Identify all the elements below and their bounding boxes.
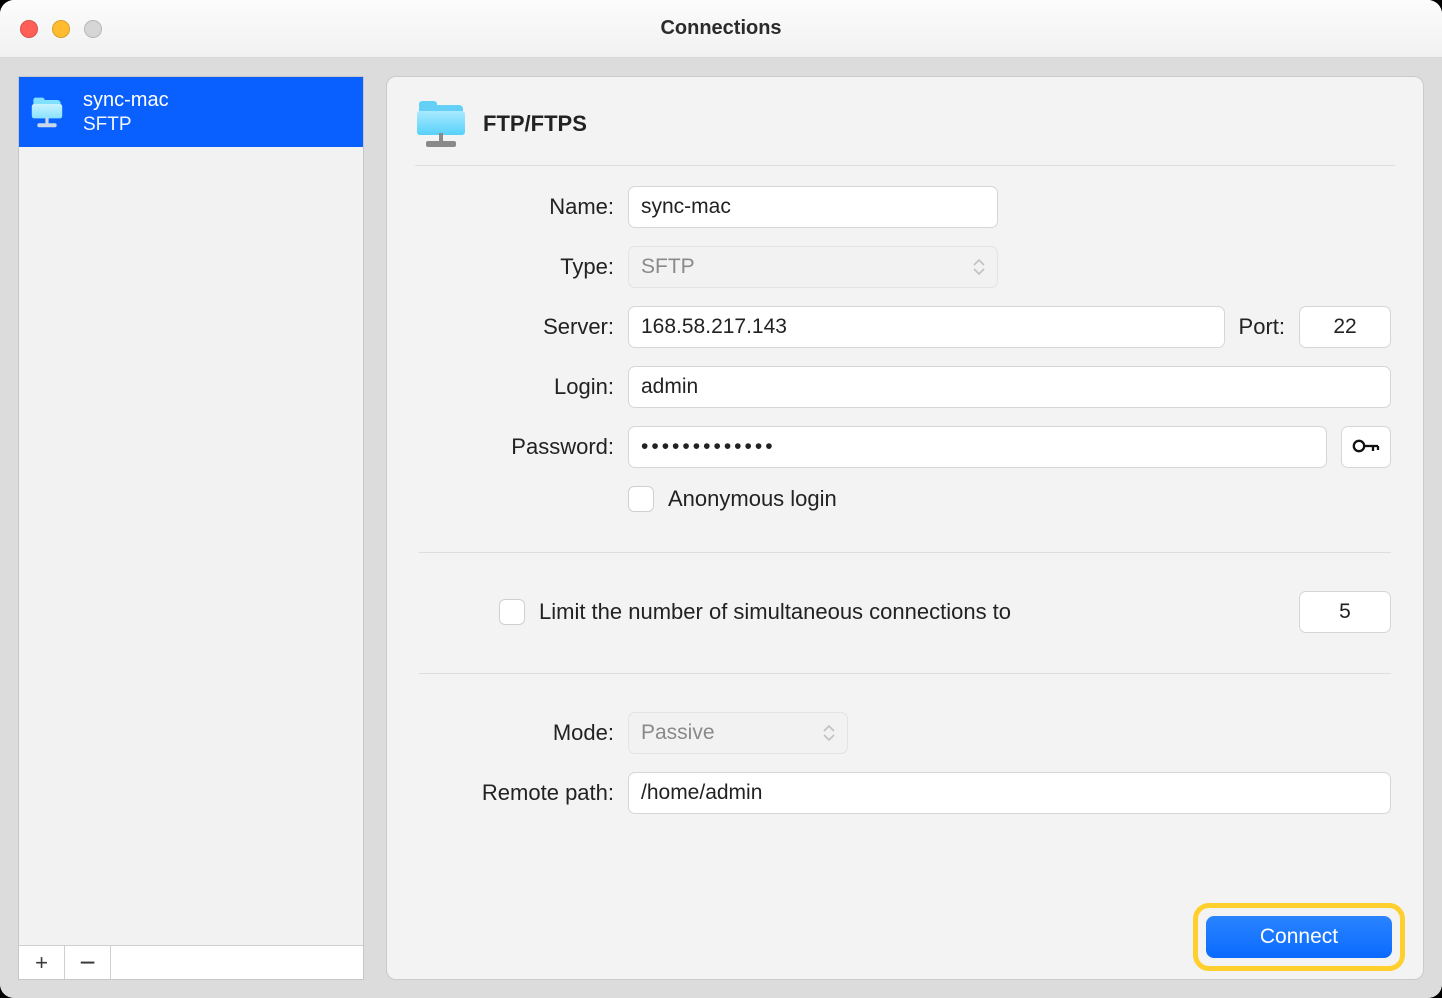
mode-select[interactable]: Passive [628,712,848,754]
panel-header: FTP/FTPS [415,99,1395,161]
connections-sidebar: sync-mac SFTP + − [18,76,364,980]
window-title: Connections [0,17,1442,40]
panel-title: FTP/FTPS [483,111,587,137]
traffic-lights [20,0,102,57]
server-field[interactable] [628,306,1225,348]
titlebar: Connections [0,0,1442,58]
login-label: Login: [419,374,614,400]
divider [419,552,1391,553]
remote-path-label: Remote path: [419,780,614,806]
anonymous-checkbox[interactable] [628,486,654,512]
connection-form: Name: Type: SFTP [415,186,1395,814]
type-select[interactable]: SFTP [628,246,998,288]
list-item[interactable]: sync-mac SFTP [19,77,363,147]
list-item-texts: sync-mac SFTP [83,88,169,137]
connect-button[interactable]: Connect [1206,916,1392,958]
limit-label: Limit the number of simultaneous connect… [539,599,1011,625]
chevron-updown-icon [821,722,837,744]
mode-label: Mode: [419,720,614,746]
close-icon[interactable] [20,20,38,38]
divider [415,165,1395,166]
name-label: Name: [419,194,614,220]
chevron-updown-icon [971,256,987,278]
window-body: sync-mac SFTP + − FTP/FTPS Nam [0,58,1442,998]
connections-list[interactable]: sync-mac SFTP [19,77,363,945]
login-field[interactable] [628,366,1391,408]
list-item-protocol: SFTP [83,113,169,137]
minimize-icon[interactable] [52,20,70,38]
sidebar-footer: + − [19,945,363,979]
list-item-name: sync-mac [83,88,169,113]
remove-connection-button[interactable]: − [65,946,111,979]
add-connection-button[interactable]: + [19,946,65,979]
remote-path-field[interactable] [628,772,1391,814]
key-icon [1352,437,1380,458]
port-label: Port: [1239,314,1285,340]
password-field[interactable] [628,426,1327,468]
name-field[interactable] [628,186,998,228]
connect-highlight: Connect [1193,903,1405,971]
mode-select-value: Passive [641,721,715,745]
network-folder-icon [415,99,467,149]
type-label: Type: [419,254,614,280]
divider [419,673,1391,674]
server-label: Server: [419,314,614,340]
reveal-password-button[interactable] [1341,426,1391,468]
connection-panel: FTP/FTPS Name: Type: SFTP [386,76,1424,980]
network-folder-icon [31,96,63,128]
port-field[interactable] [1299,306,1391,348]
password-label: Password: [419,434,614,460]
anonymous-label: Anonymous login [668,486,837,512]
connections-window: Connections sync-mac SFTP + − [0,0,1442,998]
limit-connections-checkbox[interactable] [499,599,525,625]
type-select-value: SFTP [641,255,695,279]
limit-number-field[interactable] [1299,591,1391,633]
maximize-icon [84,20,102,38]
